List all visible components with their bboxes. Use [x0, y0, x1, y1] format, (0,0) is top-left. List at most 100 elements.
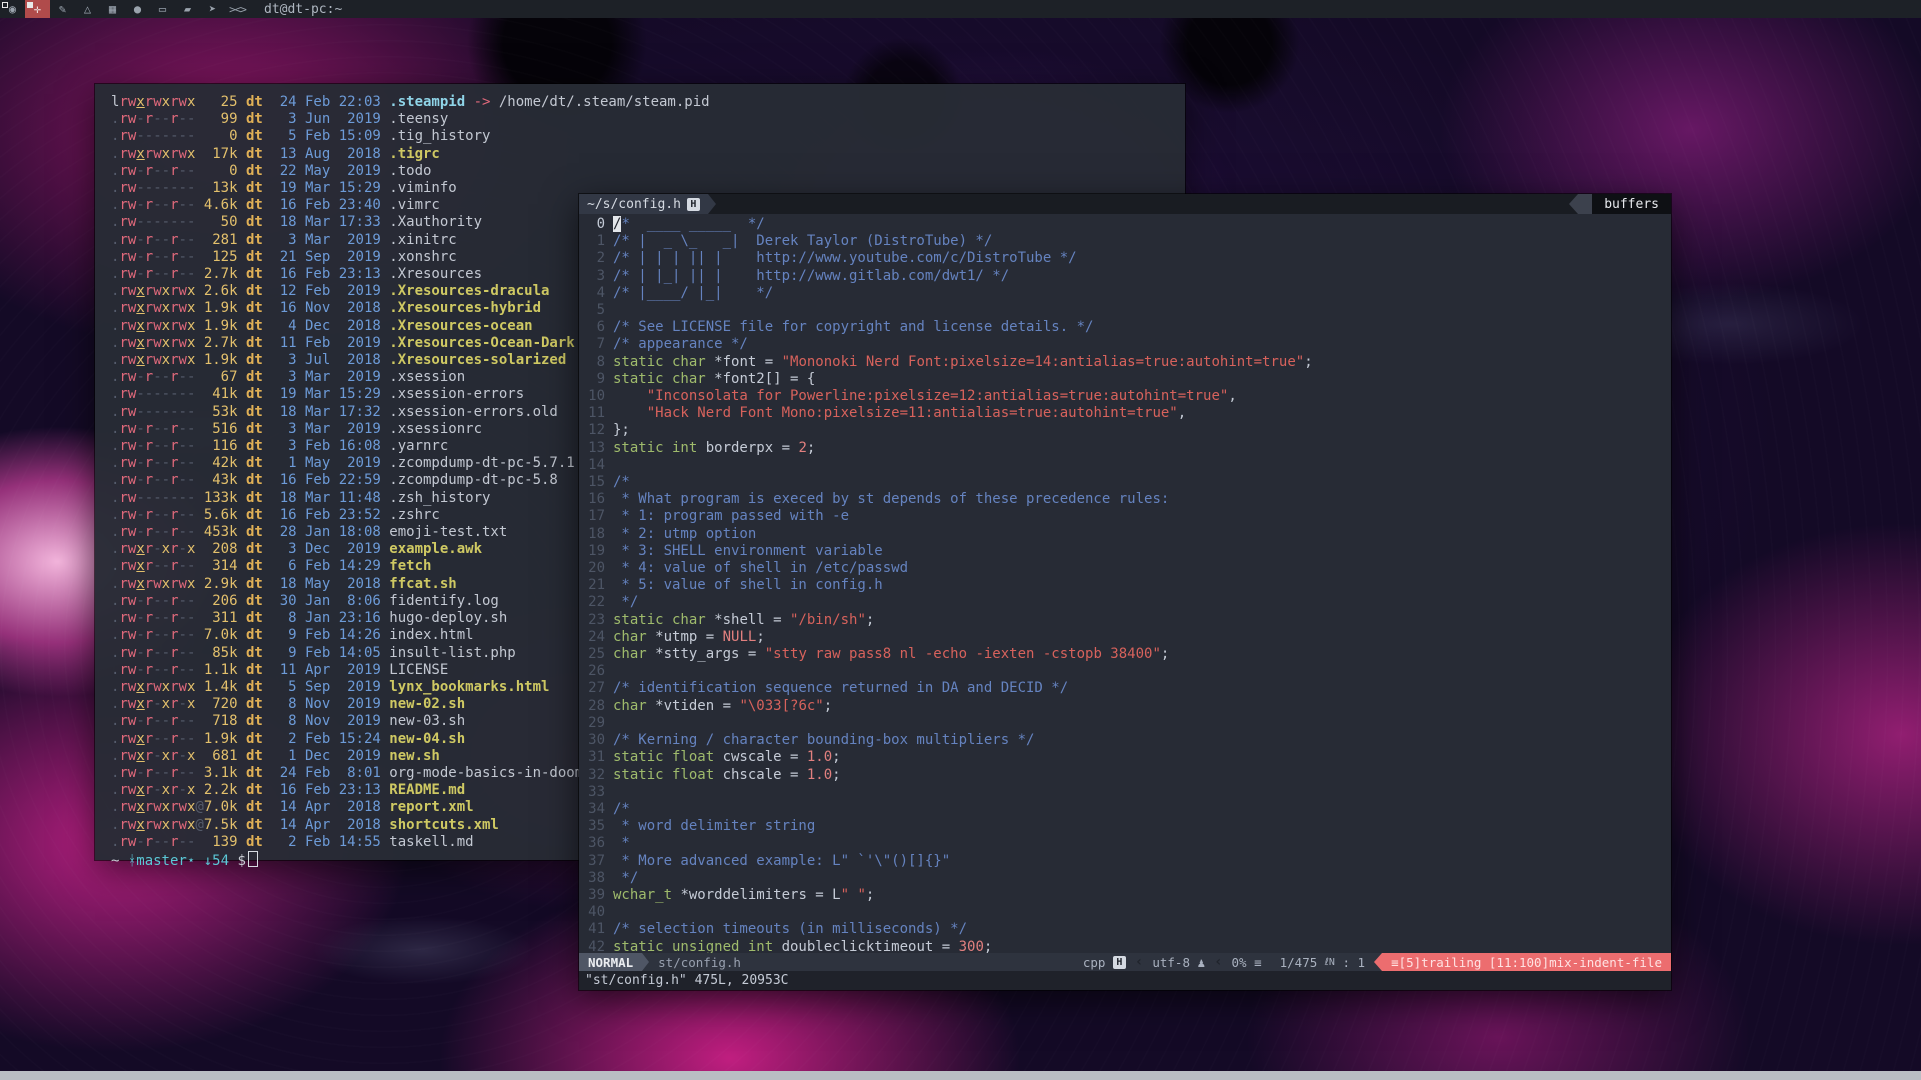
- file-name: .xsession: [389, 369, 465, 385]
- statusline-separator: ‹: [1214, 953, 1222, 971]
- file-name: taskell.md: [389, 834, 473, 850]
- browser-icon[interactable]: ◉: [0, 0, 25, 18]
- file-row: .rw------- 0 dt 5 Feb 15:09 .tig_history: [111, 128, 1185, 145]
- code-line: 41/* selection timeouts (in milliseconds…: [579, 921, 1671, 938]
- mode-indicator: NORMAL: [579, 953, 642, 971]
- folder-icon[interactable]: ▰: [175, 0, 200, 18]
- cursor-position-segment: 1/475 ℓN : 1: [1271, 953, 1374, 971]
- encoding-segment: utf-8 ♟: [1143, 953, 1214, 971]
- file-name: fetch: [389, 558, 431, 574]
- git-branch-label: ᚼmaster⋆: [128, 853, 195, 869]
- code-area[interactable]: 0/* ____ _____ */1/* | _ \_ _| Derek Tay…: [579, 214, 1671, 953]
- file-name: .zshrc: [389, 507, 440, 523]
- buffers-wedge-arrow: [1569, 194, 1578, 214]
- file-name: README.md: [389, 782, 465, 798]
- code-line: 30/* Kerning / character bounding-box mu…: [579, 732, 1671, 749]
- code-line: 17 * 1: program passed with -e: [579, 508, 1671, 525]
- code-line: 29: [579, 715, 1671, 732]
- code-line: 2/* | | | || | http://www.youtube.com/c/…: [579, 250, 1671, 267]
- top-bar: ◉ ✛ ✎ △▦ ● ▭ ▰ ➤ ><> dt@dt-pc:~: [0, 0, 1921, 18]
- tab-path-label: ~/s/config.h: [587, 197, 681, 212]
- file-name: .Xresources: [389, 266, 482, 282]
- code-line: 32static float chscale = 1.0;: [579, 767, 1671, 784]
- file-name: .yarnrc: [389, 438, 448, 454]
- screen-bottom-strip: [0, 1071, 1921, 1080]
- file-name: .Xresources-solarized: [389, 352, 566, 368]
- camera-icon-glyph: ●: [134, 2, 141, 16]
- file-name: org-mode-basics-in-doom-e: [389, 765, 600, 781]
- buffers-tab[interactable]: buffers: [1592, 194, 1671, 214]
- file-name: ffcat.sh: [389, 576, 456, 592]
- tab-config-h[interactable]: ~/s/config.h H: [579, 194, 708, 214]
- file-name: .xonshrc: [389, 249, 456, 265]
- code-line: 6/* See LICENSE file for copyright and l…: [579, 319, 1671, 336]
- filetype-icon: H: [1113, 956, 1126, 969]
- tab-separator-arrow: [708, 194, 716, 214]
- send-icon-glyph: ➤: [209, 2, 216, 16]
- lint-warnings-badge: ≡[5]trailing [11:100]mix-indent-file: [1382, 953, 1671, 971]
- file-name: new-02.sh: [389, 696, 465, 712]
- file-name: .tig_history: [389, 128, 490, 144]
- pen-icon-glyph: ✎: [59, 2, 66, 16]
- code-icon[interactable]: ><>: [225, 0, 250, 18]
- code-line: 8static char *font = "Mononoki Nerd Font…: [579, 354, 1671, 371]
- browser-icon-glyph: ◉: [9, 2, 16, 16]
- code-line: 25char *stty_args = "stty raw pass8 nl -…: [579, 646, 1671, 663]
- code-line: 39wchar_t *worddelimiters = L" ";: [579, 887, 1671, 904]
- file-name: report.xml: [389, 799, 473, 815]
- scroll-percent: 0%: [1232, 955, 1247, 970]
- code-line: 19 * 3: SHELL environment variable: [579, 543, 1671, 560]
- display-icon[interactable]: ▭: [150, 0, 175, 18]
- code-line: 35 * word delimiter string: [579, 818, 1671, 835]
- camera-icon[interactable]: ●: [125, 0, 150, 18]
- crosshair-icon[interactable]: ✛: [25, 0, 50, 18]
- code-line: 21 * 5: value of shell in config.h: [579, 577, 1671, 594]
- code-line: 7/* appearance */: [579, 336, 1671, 353]
- git-behind-count: ↓54: [204, 853, 229, 869]
- lines-icon: ≡: [1254, 955, 1262, 970]
- file-name: fidentify.log: [389, 593, 499, 609]
- code-line: 11 "Hack Nerd Font Mono:pixelsize=11:ant…: [579, 405, 1671, 422]
- code-line: 40: [579, 904, 1671, 921]
- file-name: emoji-test.txt: [389, 524, 507, 540]
- file-name: .teensy: [389, 111, 448, 127]
- code-line: 1/* | _ \_ _| Derek Taylor (DistroTube) …: [579, 233, 1671, 250]
- os-icon: ♟: [1198, 955, 1206, 970]
- terminal-cursor: [248, 851, 258, 867]
- flask-icon[interactable]: △: [75, 0, 100, 18]
- file-name: lynx_bookmarks.html: [389, 679, 549, 695]
- code-line: 23static char *shell = "/bin/sh";: [579, 612, 1671, 629]
- code-line: 5: [579, 302, 1671, 319]
- code-line: 18 * 2: utmp option: [579, 526, 1671, 543]
- file-name: new.sh: [389, 748, 440, 764]
- file-name: example.awk: [389, 541, 482, 557]
- image-icon[interactable]: ▦: [100, 0, 125, 18]
- c-header-icon: H: [687, 198, 700, 211]
- window-title: dt@dt-pc:~: [264, 2, 342, 17]
- code-line: 12};: [579, 422, 1671, 439]
- code-line: 14: [579, 457, 1671, 474]
- editor-window[interactable]: ~/s/config.h H buffers 0/* ____ _____ */…: [579, 194, 1671, 990]
- code-icon-glyph: ><>: [229, 3, 246, 16]
- code-line: 28char *vtiden = "\033[?6c";: [579, 698, 1671, 715]
- code-line: 31static float cwscale = 1.0;: [579, 749, 1671, 766]
- file-row: .rw-r--r-- 0 dt 22 May 2019 .todo: [111, 163, 1185, 180]
- code-line: 4/* |____/ |_| */: [579, 285, 1671, 302]
- code-line: 9static char *font2[] = {: [579, 371, 1671, 388]
- code-line: 24char *utmp = NULL;: [579, 629, 1671, 646]
- code-line: 42static unsigned int doubleclicktimeout…: [579, 939, 1671, 953]
- code-line: 3/* | |_| || | http://www.gitlab.com/dwt…: [579, 268, 1671, 285]
- code-line: 16 * What program is execed by st depend…: [579, 491, 1671, 508]
- file-name: hugo-deploy.sh: [389, 610, 507, 626]
- file-name: .xinitrc: [389, 232, 456, 248]
- file-name: .zcompdump-dt-pc-5.8: [389, 472, 558, 488]
- filetype-label: cpp: [1083, 955, 1106, 970]
- line-number-icon: ℓN: [1325, 957, 1335, 968]
- file-name: .zcompdump-dt-pc-5.7.1: [389, 455, 574, 471]
- crosshair-icon-glyph: ✛: [34, 2, 41, 16]
- file-name: insult-list.php: [389, 645, 515, 661]
- send-icon[interactable]: ➤: [200, 0, 225, 18]
- code-line: 15/*: [579, 474, 1671, 491]
- folder-icon-glyph: ▰: [184, 2, 191, 16]
- pen-icon[interactable]: ✎: [50, 0, 75, 18]
